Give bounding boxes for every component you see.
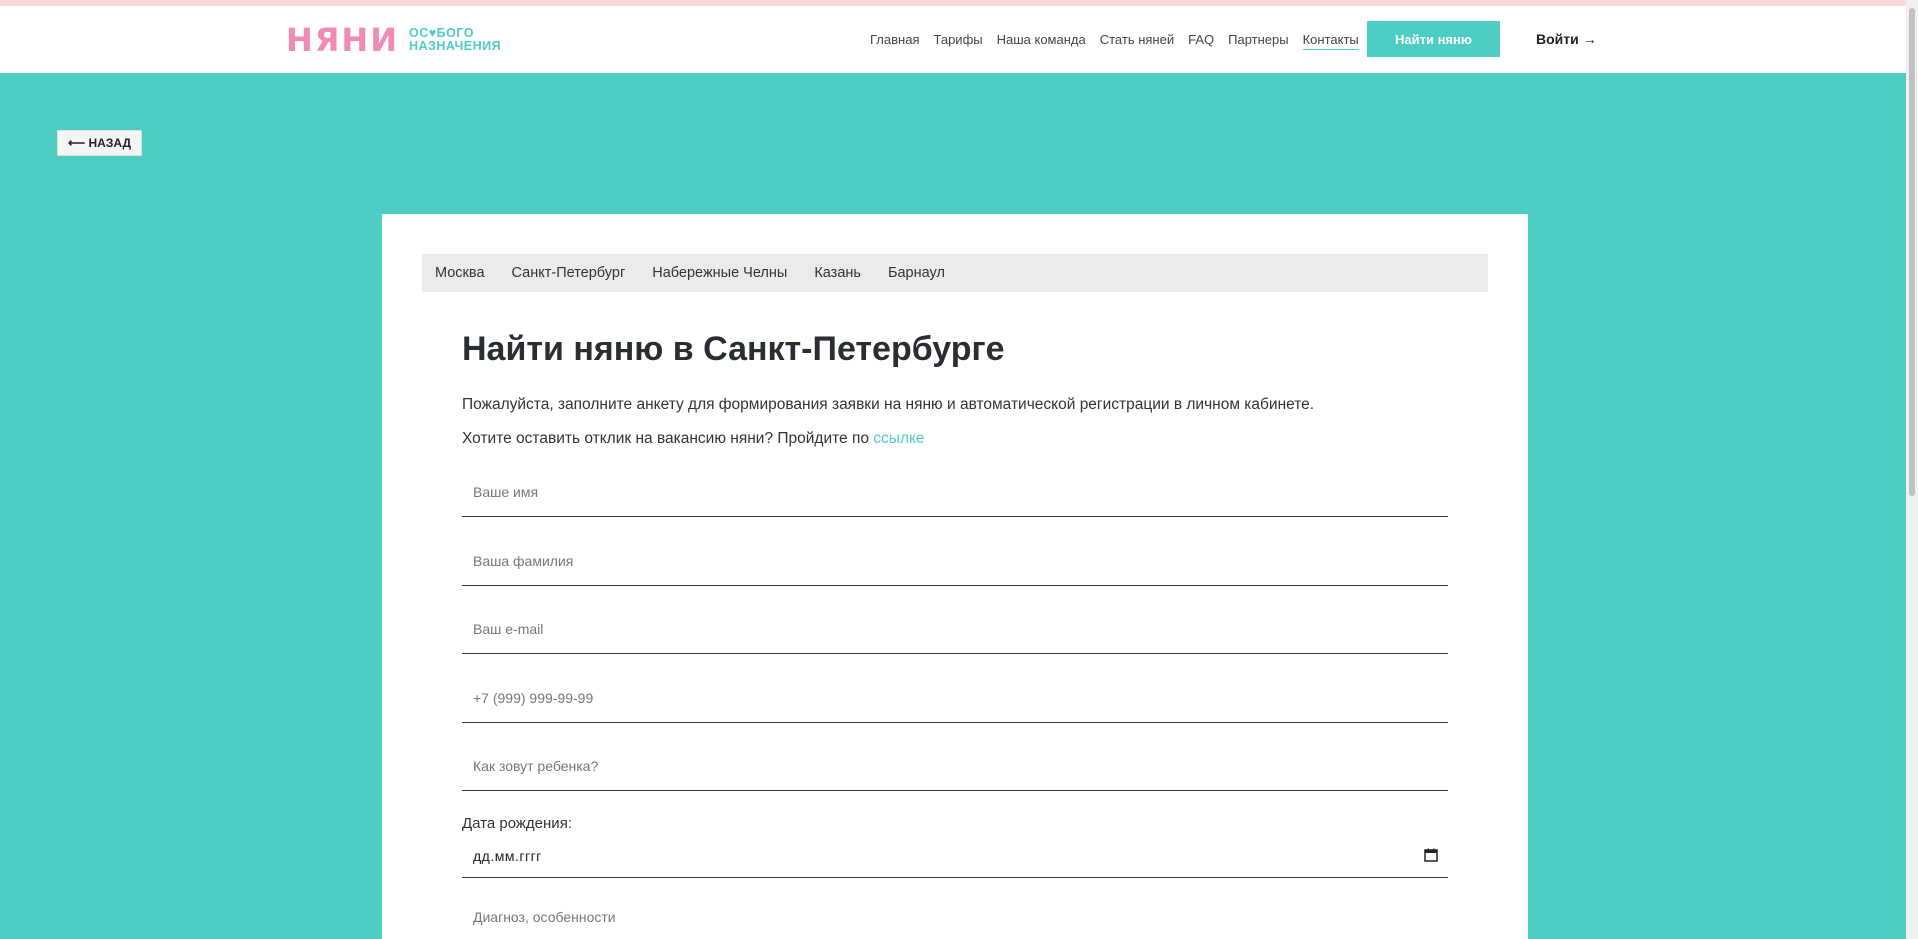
phone-input[interactable] [462, 673, 1448, 722]
logo-subtitle: ОС♥БОГО НАЗНАЧЕНИЯ [409, 27, 501, 53]
nav-contacts[interactable]: Контакты [1302, 30, 1359, 50]
city-tab-barnaul[interactable]: Барнаул [888, 265, 945, 281]
main-nav: Главная Тарифы Наша команда Стать няней … [870, 6, 1373, 73]
calendar-icon[interactable] [1424, 848, 1438, 862]
nav-team[interactable]: Наша команда [997, 30, 1086, 49]
vacancy-text: Хотите оставить отклик на вакансию няни?… [462, 430, 874, 447]
city-tab-chelny[interactable]: Набережные Челны [652, 265, 787, 281]
city-tabs: Москва Санкт-Петербург Набережные Челны … [422, 254, 1488, 292]
vacancy-hint: Хотите оставить отклик на вакансию няни?… [462, 430, 925, 448]
nav-faq[interactable]: FAQ [1188, 30, 1214, 49]
last-name-field [462, 536, 1448, 586]
logo-text: НЯНИ [286, 21, 399, 59]
phone-field [462, 673, 1448, 723]
scrollbar-thumb[interactable] [1909, 8, 1915, 496]
dob-label: Дата рождения: [462, 815, 572, 832]
city-tab-spb[interactable]: Санкт-Петербург [512, 265, 626, 281]
page-scrollbar[interactable] [1906, 0, 1918, 939]
site-logo[interactable]: НЯНИ ОС♥БОГО НАЗНАЧЕНИЯ [286, 24, 501, 56]
back-button[interactable]: ⟵ НАЗАД [57, 130, 142, 156]
form-description: Пожалуйста, заполните анкету для формиро… [462, 396, 1315, 413]
diagnosis-field [462, 894, 1448, 939]
diagnosis-input[interactable] [462, 894, 1448, 939]
dob-value: дд.мм.гггг [473, 847, 542, 864]
email-field [462, 604, 1448, 654]
page-title: Найти няню в Санкт-Петербурге [462, 330, 1005, 368]
nav-tariffs[interactable]: Тарифы [933, 30, 982, 49]
nav-home[interactable]: Главная [870, 30, 919, 49]
login-link[interactable]: Войти → [1536, 31, 1597, 47]
vacancy-link[interactable]: ссылке [873, 430, 924, 447]
find-nanny-button[interactable]: Найти няню [1367, 21, 1500, 57]
form-card: Москва Санкт-Петербург Набережные Челны … [382, 214, 1528, 939]
nav-partners[interactable]: Партнеры [1228, 30, 1288, 49]
last-name-input[interactable] [462, 536, 1448, 585]
city-tab-moscow[interactable]: Москва [435, 265, 485, 281]
first-name-input[interactable] [462, 467, 1448, 516]
email-input[interactable] [462, 604, 1448, 653]
child-name-field [462, 741, 1448, 791]
site-header: НЯНИ ОС♥БОГО НАЗНАЧЕНИЯ Главная Тарифы Н… [0, 6, 1906, 73]
logo-subtitle-line-2: НАЗНАЧЕНИЯ [408, 39, 502, 53]
city-tab-kazan[interactable]: Казань [814, 265, 861, 281]
nav-become-nanny[interactable]: Стать няней [1100, 30, 1174, 49]
first-name-field [462, 467, 1448, 517]
dob-field[interactable]: дд.мм.гггг [462, 834, 1448, 878]
child-name-input[interactable] [462, 741, 1448, 790]
